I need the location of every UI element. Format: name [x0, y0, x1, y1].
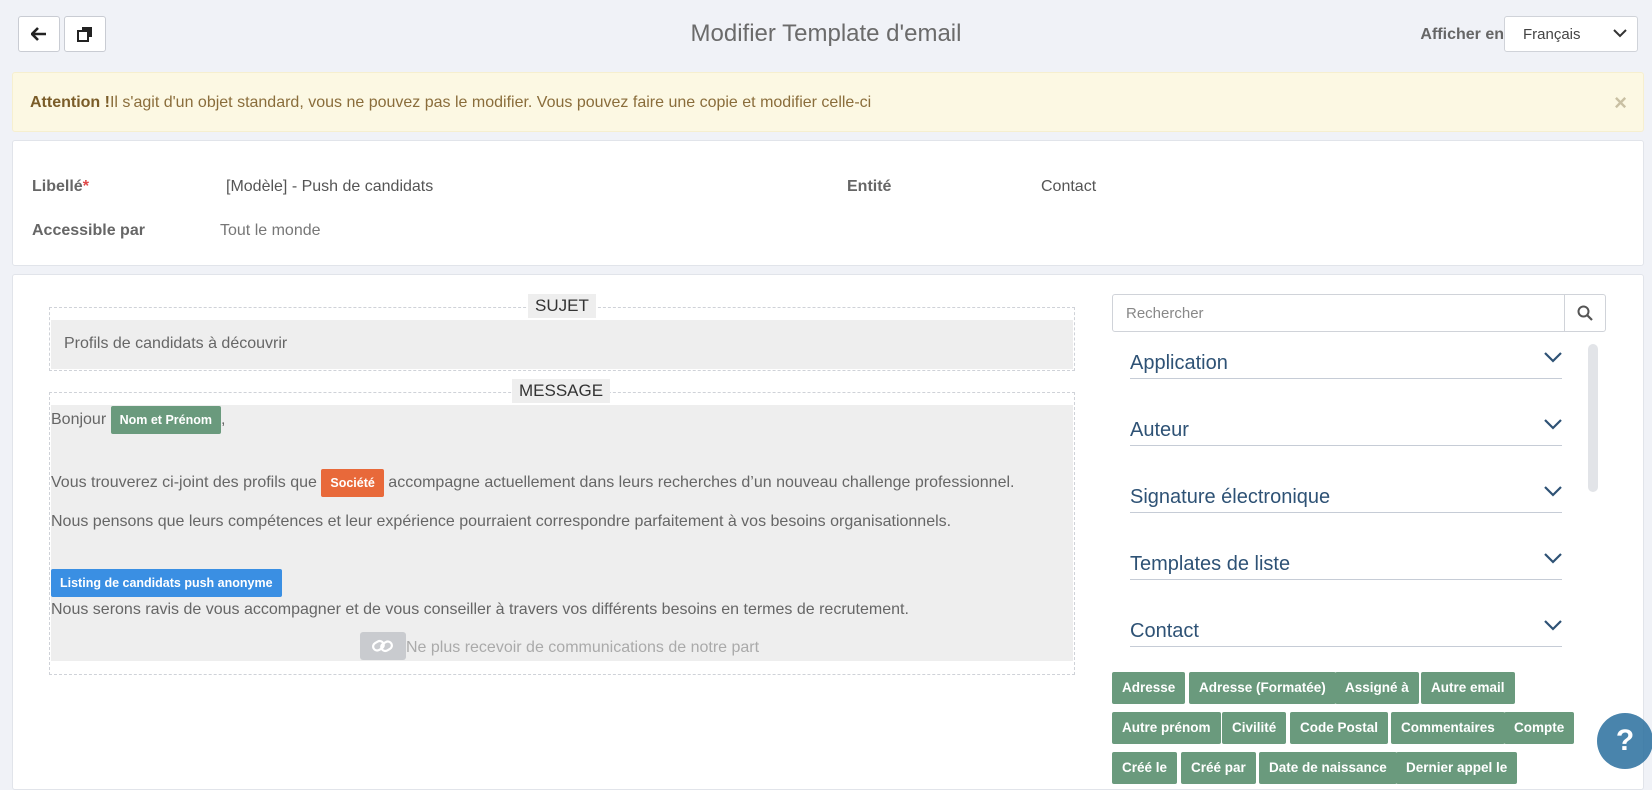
merge-tag-company[interactable]: Société [321, 469, 384, 497]
variable-commentaires[interactable]: Commentaires [1391, 712, 1505, 744]
variable-compte[interactable]: Compte [1504, 712, 1575, 744]
variable-date-naissance[interactable]: Date de naissance [1259, 752, 1397, 784]
variable-cree-par[interactable]: Créé par [1181, 752, 1256, 784]
variable-assigne-a[interactable]: Assigné à [1335, 672, 1419, 704]
line2-post: accompagne actuellement dans leurs reche… [388, 474, 1015, 492]
greeting-text: Bonjour [51, 411, 107, 429]
libelle-label: Libellé* [32, 178, 89, 196]
warning-alert: Attention !Il s'agit d'un objet standard… [12, 72, 1644, 132]
unsubscribe-line: Ne plus recevoir de communications de no… [360, 632, 760, 662]
search-button[interactable] [1565, 295, 1605, 331]
accordion-scrollbar[interactable] [1588, 344, 1598, 492]
message-line-2: Vous trouverez ci-joint des profils que … [51, 469, 1014, 497]
access-value: Tout le monde [220, 222, 321, 239]
link-icon [372, 639, 393, 653]
merge-tag-listing[interactable]: Listing de candidats push anonyme [51, 569, 282, 597]
unsubscribe-text: Ne plus recevoir de communications de no… [406, 639, 760, 657]
link-button[interactable] [360, 632, 406, 660]
message-editor[interactable] [51, 405, 1073, 661]
chevron-down-icon [1544, 352, 1562, 363]
message-line-listing: Listing de candidats push anonyme [51, 569, 282, 597]
variable-autre-email[interactable]: Autre email [1421, 672, 1515, 704]
variable-adresse-formatee[interactable]: Adresse (Formatée) [1189, 672, 1336, 704]
alert-text: Il s'agit d'un objet standard, vous ne p… [109, 94, 872, 111]
search-icon [1577, 305, 1593, 321]
entite-label: Entité [847, 178, 892, 195]
language-label: Afficher en [1420, 26, 1504, 43]
chevron-down-icon [1544, 419, 1562, 430]
page-header: Modifier Template d'email Afficher en Fr… [0, 0, 1652, 70]
accordion-label: Signature électronique [1130, 486, 1331, 508]
subject-legend: SUJET [528, 294, 596, 318]
chevron-down-icon [1544, 620, 1562, 631]
accordion-contact[interactable]: Contact [1130, 611, 1562, 647]
message-line-1: Bonjour Nom et Prénom, [51, 406, 225, 434]
help-button[interactable]: ? [1597, 713, 1652, 769]
merge-tag-name[interactable]: Nom et Prénom [110, 406, 221, 434]
alert-strong: Attention ! [30, 94, 110, 111]
variable-dernier-appel[interactable]: Dernier appel le [1396, 752, 1518, 784]
libelle-label-text: Libellé [32, 178, 83, 195]
search-input[interactable]: Rechercher [1113, 295, 1565, 331]
page-title: Modifier Template d'email [690, 20, 962, 47]
accordion-label: Application [1130, 352, 1228, 374]
entite-value: Contact [1041, 178, 1097, 195]
variable-cree-le[interactable]: Créé le [1112, 752, 1178, 784]
subject-input[interactable]: Profils de candidats à découvrir [51, 320, 1073, 369]
message-legend: MESSAGE [512, 379, 611, 403]
accordion-templates-liste[interactable]: Templates de liste [1130, 544, 1562, 580]
chevron-down-icon [1544, 553, 1562, 564]
libelle-value: [Modèle] - Push de candidats [226, 178, 434, 195]
message-line-3: Nous pensons que leurs compétences et le… [51, 513, 952, 530]
chevron-down-icon [1613, 29, 1627, 38]
language-value: Français [1523, 26, 1581, 43]
variable-civilite[interactable]: Civilité [1222, 712, 1287, 744]
variable-search: Rechercher [1112, 294, 1606, 332]
access-label: Accessible par [32, 222, 145, 239]
variable-autre-prenom[interactable]: Autre prénom [1112, 712, 1221, 744]
accordion-label: Auteur [1130, 419, 1189, 441]
message-box [49, 392, 1075, 675]
language-select[interactable]: Français [1504, 16, 1638, 52]
comma-text: , [221, 411, 226, 429]
close-icon[interactable]: × [1614, 90, 1627, 116]
accordion-label: Templates de liste [1130, 553, 1291, 575]
accordion-application[interactable]: Application [1130, 343, 1562, 379]
line2-pre: Vous trouverez ci-joint des profils que [51, 474, 317, 492]
accordion-signature[interactable]: Signature électronique [1130, 477, 1562, 513]
chevron-down-icon [1544, 486, 1562, 497]
accordion-label: Contact [1130, 620, 1199, 642]
required-mark: * [82, 178, 89, 195]
variable-adresse[interactable]: Adresse [1112, 672, 1186, 704]
message-line-4: Nous serons ravis de vous accompagner et… [51, 601, 909, 618]
template-info-panel: Libellé* [Modèle] - Push de candidats En… [12, 140, 1644, 266]
variable-code-postal[interactable]: Code Postal [1290, 712, 1389, 744]
accordion-auteur[interactable]: Auteur [1130, 410, 1562, 446]
